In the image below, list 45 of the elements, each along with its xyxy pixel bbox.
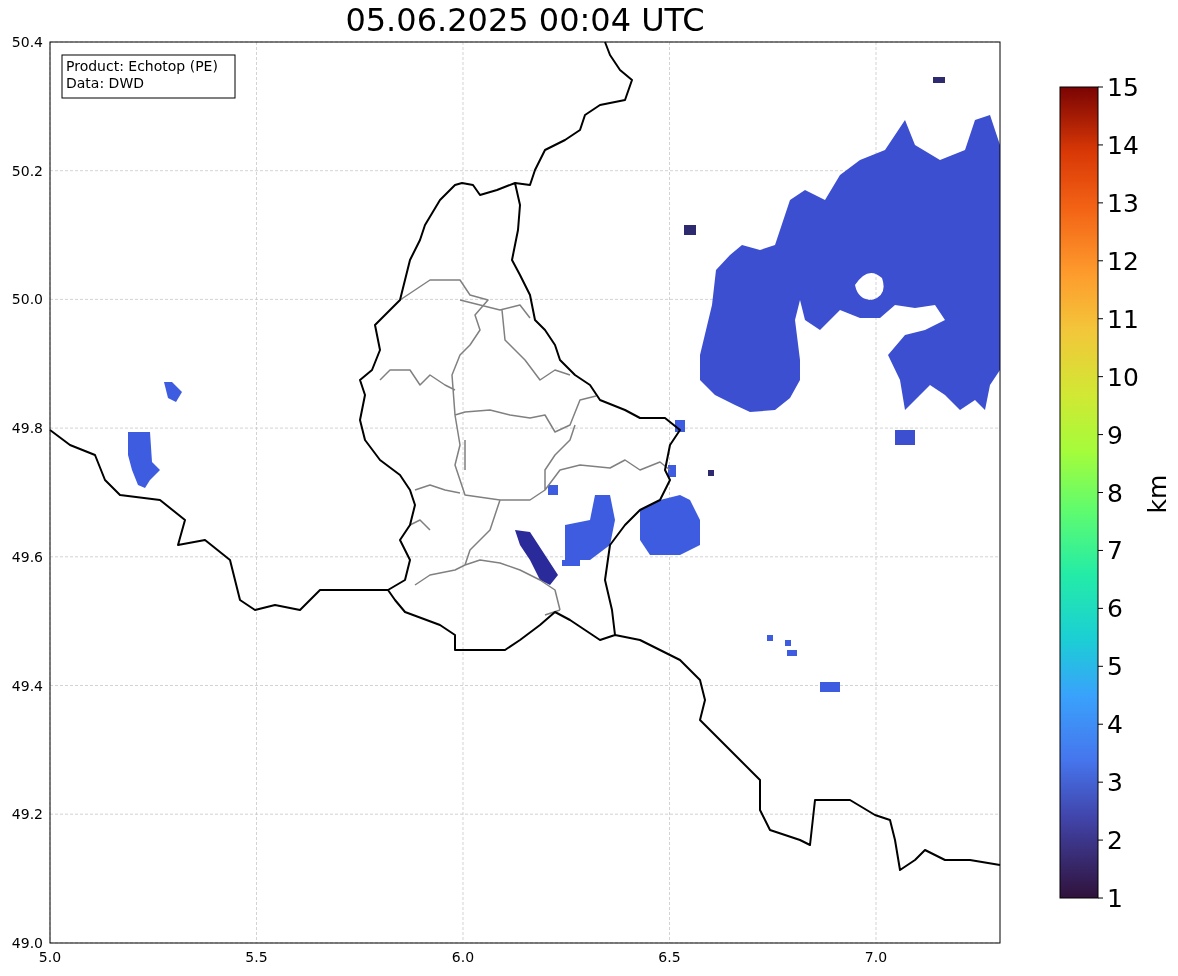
radar-echo: [684, 225, 696, 235]
colorbar-tick-label: 5: [1107, 652, 1123, 682]
colorbar-label: km: [1143, 474, 1172, 514]
y-axis-tick-label: 49.2: [11, 806, 43, 823]
colorbar-tick-label: 15: [1107, 73, 1139, 102]
colorbar-tick-label: 1: [1107, 884, 1123, 913]
y-axis-tick-label: 50.0: [11, 291, 43, 308]
info-text: Data: DWD: [66, 75, 144, 91]
colorbar-tick-label: 13: [1107, 188, 1139, 218]
y-axis-tick-label: 49.8: [11, 420, 43, 437]
radar-echo: [515, 530, 558, 585]
colorbar-tick-label: 7: [1107, 536, 1123, 566]
colorbar-tick-label: 4: [1107, 710, 1123, 740]
x-axis-tick-label: 6.0: [451, 949, 475, 965]
x-axis-tick-label: 7.0: [864, 949, 888, 965]
info-text: Product: Echotop (PE): [66, 58, 218, 74]
y-axis-tick-label: 49.6: [11, 548, 43, 565]
y-axis-tick-label: 49.4: [11, 677, 43, 694]
colorbar-tick-label: 8: [1107, 478, 1123, 508]
plot-title: 05.06.2025 00:04 UTC: [345, 1, 705, 39]
radar-echo: [548, 485, 558, 495]
y-axis-tick-label: 49.0: [11, 934, 43, 951]
radar-echo: [164, 382, 182, 402]
radar-echo: [820, 682, 840, 692]
radar-echo: [128, 432, 160, 488]
radar-echo: [933, 77, 945, 83]
y-axis-tick-label: 50.2: [11, 162, 43, 179]
radar-echo: [895, 430, 915, 445]
radar-echo: [675, 420, 685, 432]
x-axis-tick-label: 5.0: [38, 949, 62, 965]
colorbar-tick-label: 2: [1107, 826, 1123, 856]
x-axis-tick-label: 6.5: [658, 949, 681, 965]
colorbar-tick-label: 9: [1107, 420, 1123, 450]
radar-echo: [767, 635, 773, 641]
x-axis-tick-label: 5.5: [245, 949, 268, 965]
colorbar-tick-label: 10: [1107, 362, 1139, 392]
colorbar-tick-label: 3: [1107, 768, 1123, 798]
colorbar-tick-label: 12: [1107, 246, 1139, 276]
radar-echo: [708, 470, 714, 476]
colorbar-tick-label: 11: [1107, 304, 1139, 334]
colorbar-tick-label: 14: [1107, 130, 1139, 160]
y-axis-tick-label: 50.4: [11, 34, 43, 50]
radar-echo: [640, 495, 700, 555]
colorbar-tick-label: 6: [1107, 594, 1123, 624]
radar-echo: [668, 465, 676, 477]
